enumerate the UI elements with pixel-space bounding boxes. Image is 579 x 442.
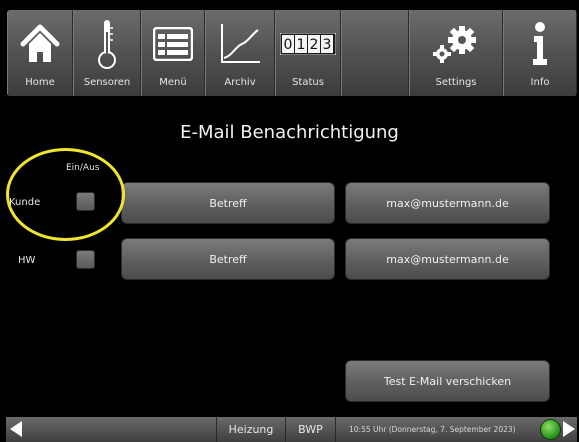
nav-sensors-button[interactable]: Sensoren [73,10,141,96]
home-icon [8,18,72,70]
counter-digit: 0 [284,37,293,53]
nav-menu-label: Menü [159,77,187,88]
kunde-subject-button[interactable]: Betreff [121,182,335,224]
row-label-hw: HW [18,255,36,266]
nav-archive-label: Archiv [224,77,256,88]
previous-arrow-icon[interactable] [10,421,22,437]
hw-email-button[interactable]: max@mustermann.de [345,238,550,280]
chart-line-icon [206,18,274,70]
page-title: E-Mail Benachrichtigung [180,122,399,143]
nav-status-button[interactable]: 0 1 2 3 Status [275,10,341,96]
counter-digit: 2 [310,37,319,53]
status-bwp[interactable]: BWP [286,417,336,442]
nav-home-label: Home [25,77,55,88]
globe-icon[interactable] [540,419,561,440]
thermometer-icon [74,18,140,70]
nav-home-button[interactable]: Home [7,10,73,96]
send-test-email-button[interactable]: Test E-Mail verschicken [345,360,550,402]
info-icon [504,18,576,70]
kunde-email-button[interactable]: max@mustermann.de [345,182,550,224]
highlight-annotation [6,148,125,241]
counter-digit: 3 [323,37,332,53]
gears-icon [410,18,502,70]
nav-spacer [341,10,409,96]
nav-status-label: Status [292,77,324,88]
hw-subject-button[interactable]: Betreff [121,238,335,280]
nav-settings-button[interactable]: Settings [409,10,503,96]
nav-archive-button[interactable]: Archiv [205,10,275,96]
status-heizung[interactable]: Heizung [216,417,286,442]
top-navigation: Home Sensoren Menü Archiv 0 1 2 3 Status… [7,10,577,96]
nav-sensors-label: Sensoren [83,77,131,88]
status-bar: Heizung BWP 10:55 Uhr (Donnerstag, 7. Se… [6,417,577,442]
counter-digit: 1 [297,37,306,53]
next-arrow-icon[interactable] [563,421,575,437]
menu-list-icon [142,18,204,70]
nav-info-label: Info [530,77,550,88]
nav-menu-button[interactable]: Menü [141,10,205,96]
datetime-display: 10:55 Uhr (Donnerstag, 7. September 2023… [349,425,516,434]
counter-icon: 0 1 2 3 [276,18,340,70]
hw-enable-checkbox[interactable] [76,250,95,269]
nav-settings-label: Settings [435,77,477,88]
nav-info-button[interactable]: Info [503,10,577,96]
